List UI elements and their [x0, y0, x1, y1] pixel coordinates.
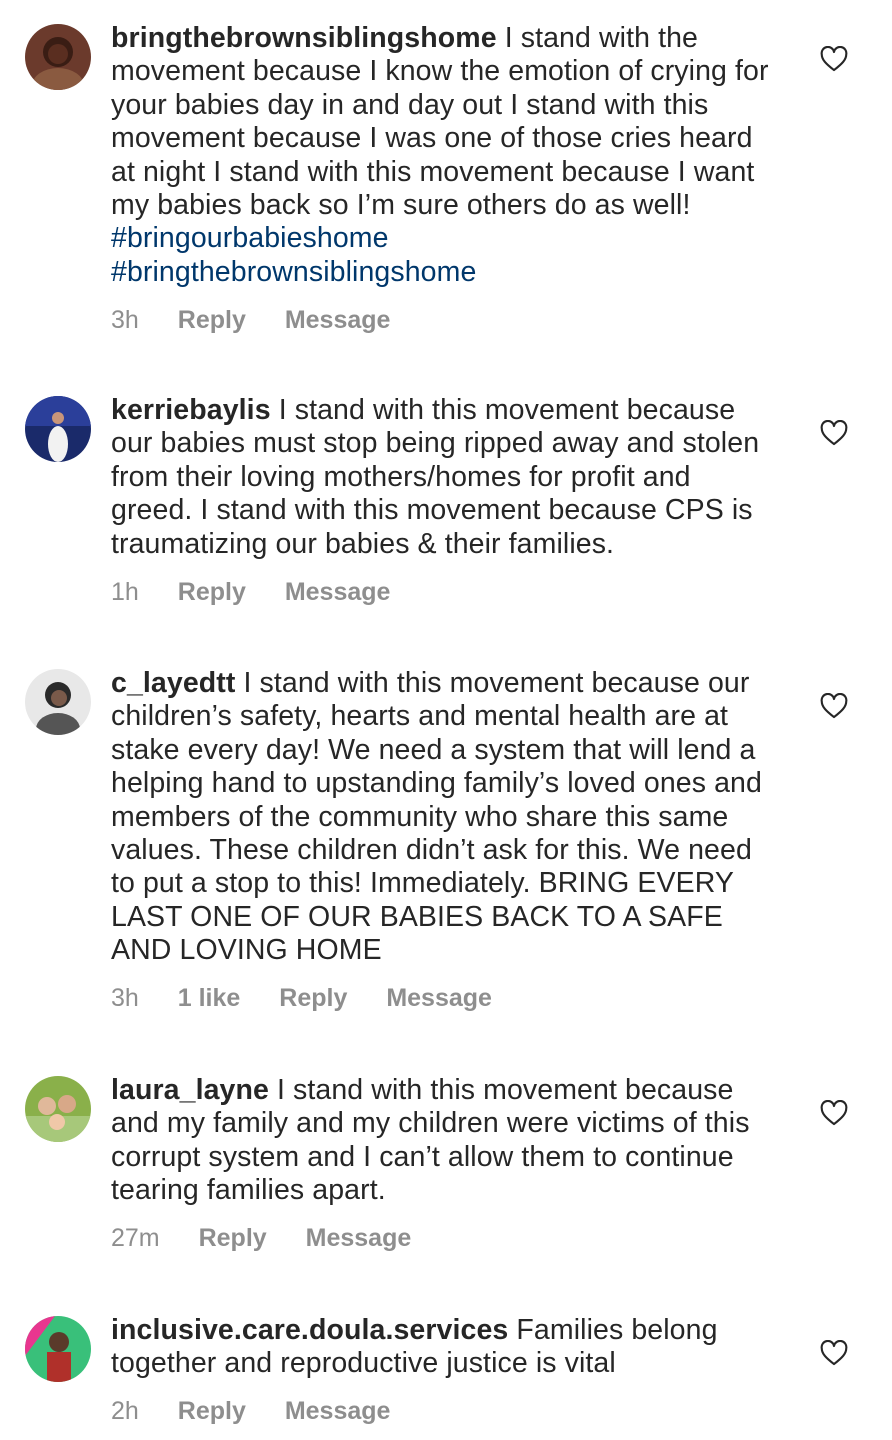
comment-username[interactable]: inclusive.care.doula.services	[111, 1314, 508, 1346]
heart-outline-icon[interactable]	[820, 420, 848, 446]
reply-button[interactable]: Reply	[279, 984, 347, 1012]
comment-text: inclusive.care.doula.services Families b…	[111, 1314, 776, 1381]
comment-text: c_layedtt I stand with this movement bec…	[111, 667, 776, 968]
comment-message: I stand with this movement because our c…	[111, 667, 762, 967]
message-button[interactable]: Message	[285, 578, 391, 606]
comment-username[interactable]: c_layedtt	[111, 667, 235, 699]
likes-count[interactable]: 1 like	[178, 984, 241, 1012]
comment-meta: 2h Reply Message	[111, 1397, 422, 1426]
avatar[interactable]	[25, 669, 91, 735]
avatar[interactable]	[25, 24, 91, 90]
comment-time: 27m	[111, 1224, 160, 1252]
comment-meta: 3h Reply Message	[111, 306, 422, 335]
comment-username[interactable]: bringthebrownsiblingshome	[111, 22, 497, 54]
reply-button[interactable]: Reply	[178, 578, 246, 606]
comment-meta: 27m Reply Message	[111, 1224, 443, 1253]
comment-username[interactable]: laura_layne	[111, 1074, 269, 1106]
comment-meta: 1h Reply Message	[111, 578, 422, 607]
comment-time: 2h	[111, 1397, 139, 1425]
hashtag-link[interactable]: #bringthebrownsiblingshome	[111, 256, 476, 288]
comment-text: kerriebaylis I stand with this movement …	[111, 394, 776, 561]
comment-meta: 3h 1 like Reply Message	[111, 984, 524, 1013]
heart-outline-icon[interactable]	[820, 693, 848, 719]
reply-button[interactable]: Reply	[199, 1224, 267, 1252]
reply-button[interactable]: Reply	[178, 1397, 246, 1425]
comment-time: 3h	[111, 984, 139, 1012]
message-button[interactable]: Message	[285, 306, 391, 334]
heart-outline-icon[interactable]	[820, 1100, 848, 1126]
comment-time: 3h	[111, 306, 139, 334]
hashtag-link[interactable]: #bringourbabieshome	[111, 222, 389, 254]
comments-list: bringthebrownsiblingshome I stand with t…	[0, 0, 892, 1440]
reply-button[interactable]: Reply	[178, 306, 246, 334]
avatar[interactable]	[25, 396, 91, 462]
avatar[interactable]	[25, 1316, 91, 1382]
comment-username[interactable]: kerriebaylis	[111, 394, 271, 426]
message-button[interactable]: Message	[306, 1224, 412, 1252]
comment-text: bringthebrownsiblingshome I stand with t…	[111, 22, 776, 289]
comment-time: 1h	[111, 578, 139, 606]
heart-outline-icon[interactable]	[820, 1340, 848, 1366]
message-button[interactable]: Message	[386, 984, 492, 1012]
comment-text: laura_layne I stand with this movement b…	[111, 1074, 776, 1208]
heart-outline-icon[interactable]	[820, 46, 848, 72]
message-button[interactable]: Message	[285, 1397, 391, 1425]
avatar[interactable]	[25, 1076, 91, 1142]
